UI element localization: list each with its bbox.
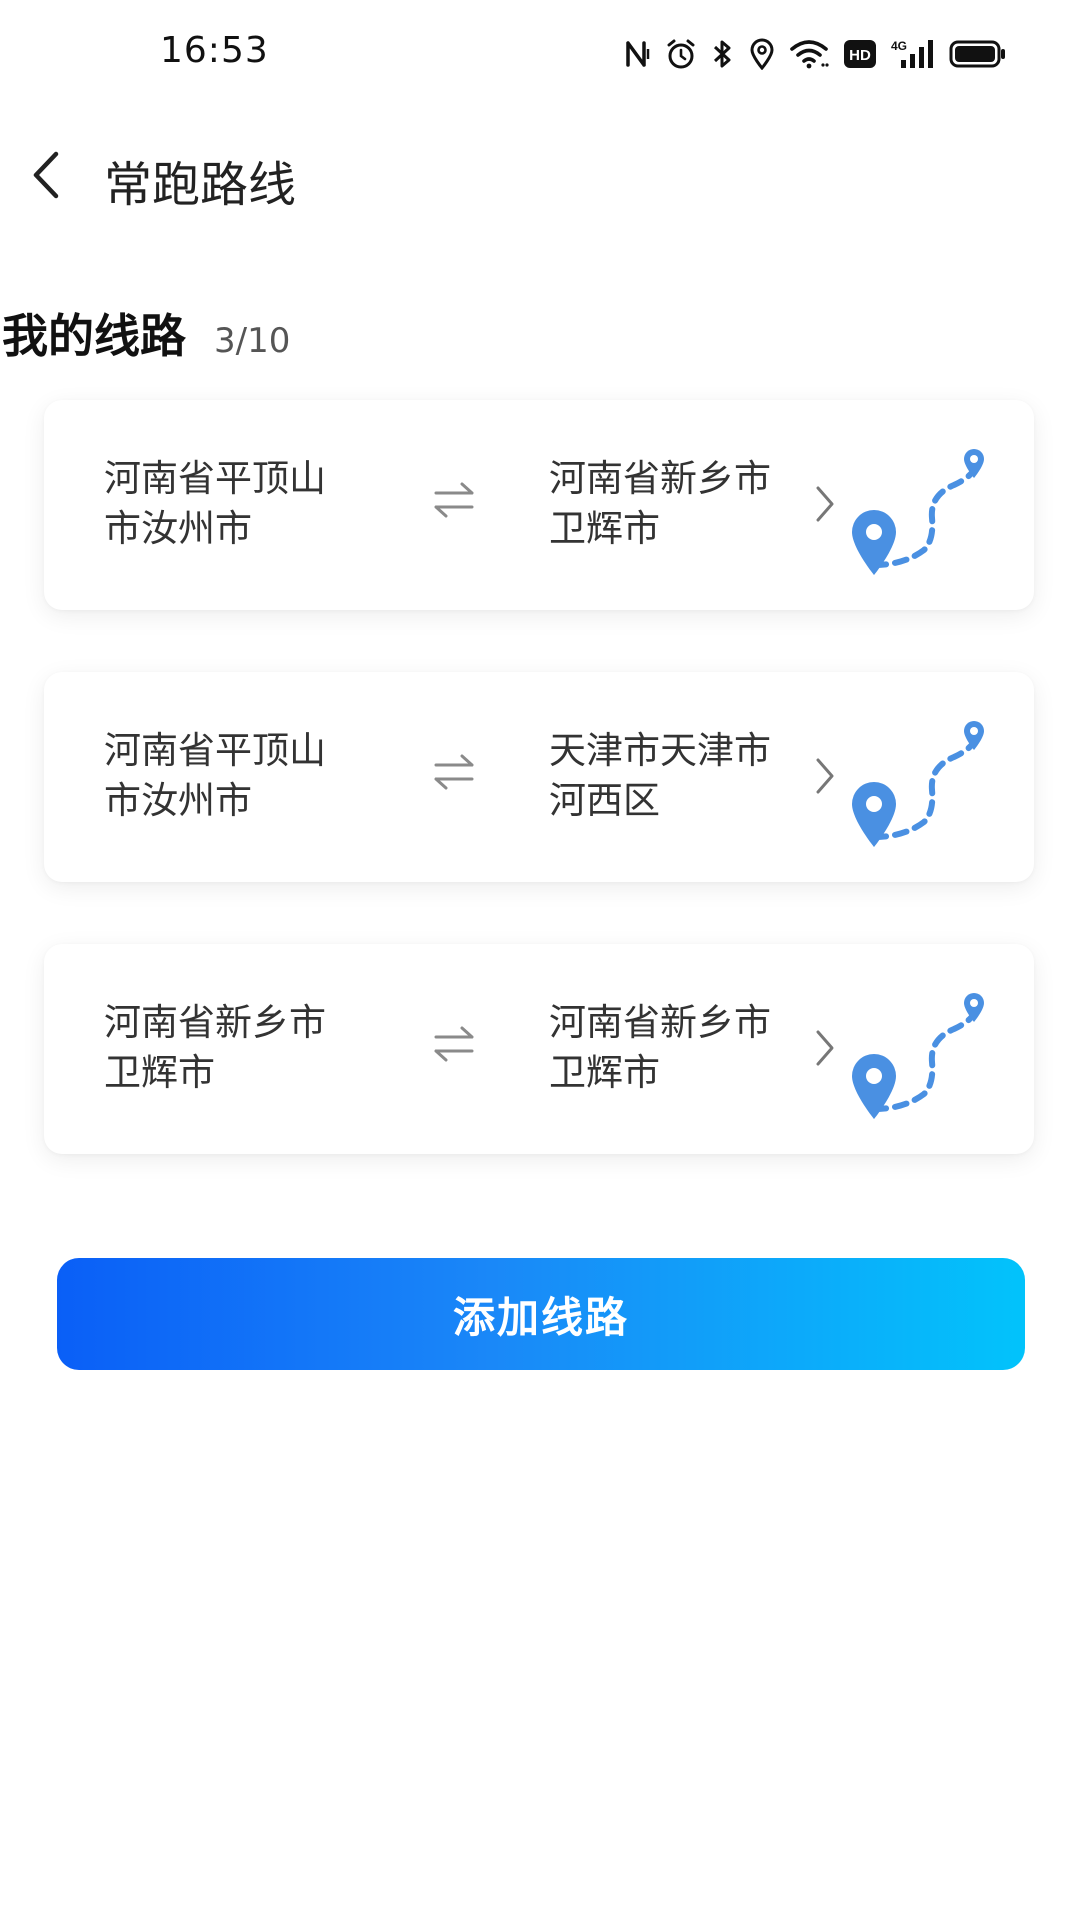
route-destination: 天津市天津市河西区 bbox=[549, 729, 771, 822]
chevron-right-icon bbox=[816, 486, 834, 522]
route-destination: 河南省新乡市卫辉市 bbox=[549, 457, 771, 550]
chevron-right-icon bbox=[816, 758, 834, 794]
page-root: 16:53 HD 4G 常跑路线 我的线路 3/10 河南省平顶山市汝州市 河南… bbox=[0, 0, 1077, 1917]
section-title: 我的线路 bbox=[2, 309, 186, 363]
network-label: 4G bbox=[891, 39, 907, 53]
page-title: 常跑路线 bbox=[104, 157, 297, 213]
route-origin: 河南省新乡市卫辉市 bbox=[104, 1001, 326, 1094]
section-heading: 我的线路 3/10 bbox=[2, 300, 290, 366]
route-card[interactable]: 河南省新乡市卫辉市 河南省新乡市卫辉市 bbox=[44, 944, 1034, 1154]
swap-arrows-icon bbox=[434, 754, 474, 790]
status-time: 16:53 bbox=[160, 30, 269, 71]
route-destination: 河南省新乡市卫辉市 bbox=[549, 1001, 771, 1094]
route-card[interactable]: 河南省平顶山市汝州市 河南省新乡市卫辉市 bbox=[44, 400, 1034, 610]
chevron-right-icon bbox=[816, 1030, 834, 1066]
signal-4g-icon: 4G bbox=[891, 39, 933, 68]
hd-label: HD bbox=[849, 47, 871, 64]
route-map-icon bbox=[852, 449, 984, 575]
battery-icon bbox=[949, 40, 1005, 68]
route-map-icon bbox=[852, 721, 984, 847]
alarm-icon bbox=[667, 39, 695, 69]
bluetooth-icon bbox=[713, 40, 731, 68]
location-icon bbox=[750, 38, 774, 70]
back-arrow-icon bbox=[33, 151, 59, 199]
route-map-icon bbox=[852, 993, 984, 1119]
header: 常跑路线 bbox=[0, 125, 1077, 225]
route-origin: 河南省平顶山市汝州市 bbox=[104, 457, 326, 550]
hd-icon: HD bbox=[844, 40, 876, 68]
status-icons: HD 4G bbox=[625, 34, 1007, 74]
route-count: 3/10 bbox=[214, 321, 291, 361]
swap-arrows-icon bbox=[434, 1026, 474, 1062]
status-bar: 16:53 HD 4G bbox=[0, 0, 1077, 110]
swap-arrows-icon bbox=[434, 482, 474, 518]
add-route-button[interactable]: 添加线路 bbox=[57, 1258, 1025, 1370]
back-button[interactable] bbox=[14, 143, 78, 207]
nfc-icon bbox=[626, 41, 650, 67]
route-origin: 河南省平顶山市汝州市 bbox=[104, 729, 326, 822]
wifi-icon bbox=[790, 40, 829, 69]
route-card[interactable]: 河南省平顶山市汝州市 天津市天津市河西区 bbox=[44, 672, 1034, 882]
